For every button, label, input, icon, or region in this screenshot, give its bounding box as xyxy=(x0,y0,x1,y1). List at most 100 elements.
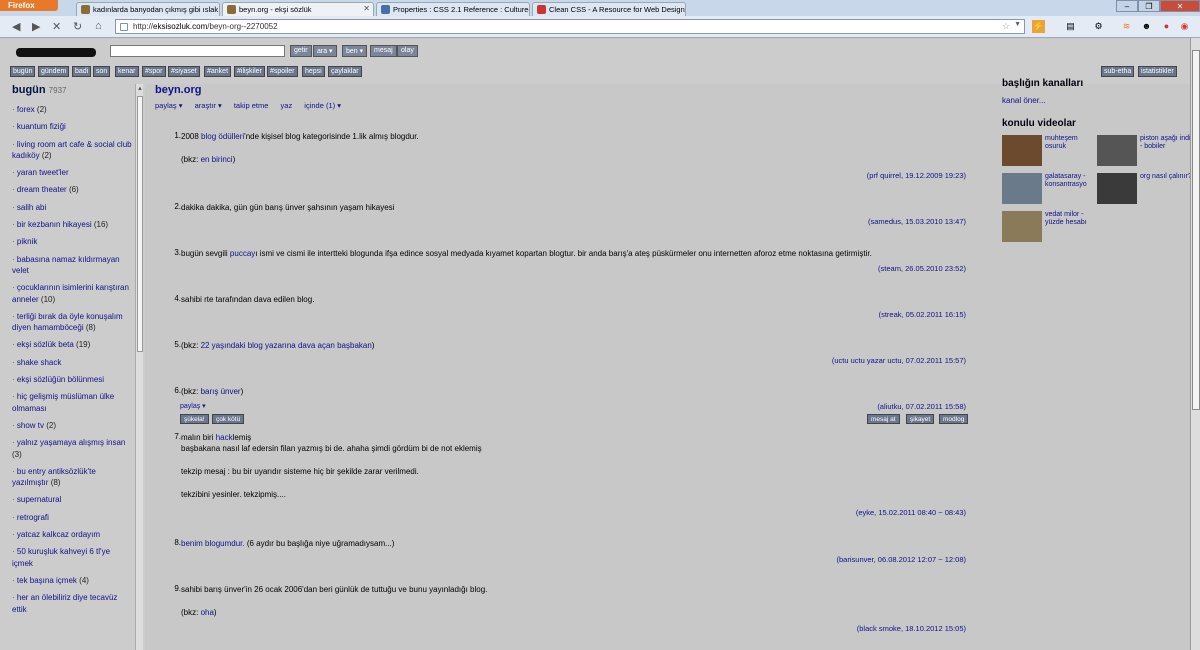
entry-author[interactable]: (eyke, 15.02.2011 08:40 ~ 08:43) xyxy=(856,508,966,517)
topic-label[interactable]: hiç gelişmiş müslüman ülke olmaması xyxy=(12,392,114,412)
video-thumbnail[interactable] xyxy=(1002,135,1042,166)
browser-tab[interactable]: Properties : CSS 2.1 Reference : Culture… xyxy=(376,2,530,16)
entry-author[interactable]: (black smoke, 18.10.2012 15:05) xyxy=(857,624,966,633)
sidebar-title[interactable]: bugün 7937 xyxy=(12,84,66,96)
topic-label[interactable]: çocuklarının isimlerini karıştıran annel… xyxy=(12,283,129,303)
suggest-channel-link[interactable]: kanal öner... xyxy=(1002,96,1046,105)
maximize-icon[interactable]: ❐ xyxy=(1138,0,1160,12)
report-button[interactable]: şikayet xyxy=(906,414,935,424)
page-menu-icon[interactable]: ▤ xyxy=(1064,20,1077,33)
category-gundem[interactable]: gündem xyxy=(38,66,70,77)
category-badi[interactable]: badi xyxy=(72,66,92,77)
category-iliskiler[interactable]: #ilişkiler xyxy=(234,66,265,77)
entry-author[interactable]: (prf quirrel, 19.12.2009 19:23) xyxy=(867,171,966,180)
video-item[interactable]: vedat milor - yüzde hesabı xyxy=(1002,211,1097,243)
sidebar-topic-item[interactable]: · salih abi xyxy=(12,202,132,213)
entry-link[interactable]: 22 yaşındaki blog yazarına dava açan baş… xyxy=(201,341,372,350)
topic-label[interactable]: yalnız yaşamaya alışmış insan xyxy=(17,438,126,447)
events-button[interactable]: olay xyxy=(397,45,418,57)
bookmark-star-icon[interactable]: ☆ xyxy=(1002,21,1010,32)
upvote-button[interactable]: şükela! xyxy=(180,414,209,424)
topic-label[interactable]: show tv xyxy=(17,421,44,430)
sidebar-topic-item[interactable]: · 50 kuruşluk kahveyi 6 tl'ye içmek xyxy=(12,546,132,569)
sidebar-topic-item[interactable]: · retrografi xyxy=(12,512,132,523)
topic-label[interactable]: ekşi sözlük beta xyxy=(17,340,74,349)
category-bugun[interactable]: bugün xyxy=(10,66,36,77)
category-caylaklar[interactable]: çaylaklar xyxy=(328,66,362,77)
video-item[interactable]: piston aşağı indi - bobiler xyxy=(1097,135,1192,167)
topic-label[interactable]: babasına namaz kıldırmayan velet xyxy=(12,255,120,275)
entry-link[interactable]: hack xyxy=(216,433,233,442)
unfollow-link[interactable]: takip etme xyxy=(234,101,269,110)
topic-label[interactable]: dream theater xyxy=(17,185,67,194)
topic-label[interactable]: ekşi sözlüğün bölünmesi xyxy=(17,375,104,384)
sidebar-topic-item[interactable]: · supernatural xyxy=(12,494,132,505)
topic-label[interactable]: yaran tweet'ler xyxy=(17,168,69,177)
topic-label[interactable]: kuantum fiziği xyxy=(17,122,66,131)
page-scrollbar[interactable] xyxy=(1190,38,1200,650)
greasemonkey-icon[interactable]: ☻ xyxy=(1140,20,1153,33)
entry-link[interactable]: barış ünver xyxy=(201,387,241,396)
statistics-button[interactable]: istatistikler xyxy=(1138,66,1177,77)
topic-label[interactable]: tek başına içmek xyxy=(17,576,77,585)
topic-label[interactable]: shake shack xyxy=(17,358,61,367)
user-ben-button[interactable]: ben ▾ xyxy=(342,45,368,57)
sidebar-topic-item[interactable]: · tek başına içmek (4) xyxy=(12,575,132,586)
url-dropdown-icon[interactable]: ▼ xyxy=(1014,21,1021,28)
topic-label[interactable]: yatcaz kalkcaz ordayım xyxy=(17,530,100,539)
downvote-button[interactable]: çok kötü xyxy=(212,414,245,424)
sidebar-topic-item[interactable]: · ekşi sözlüğün bölünmesi xyxy=(12,374,132,385)
share-menu[interactable]: paylaş ▾ xyxy=(155,101,183,110)
sidebar-topic-item[interactable]: · show tv (2) xyxy=(12,420,132,431)
sidebar-topic-item[interactable]: · bu entry antiksözlük'te yazılmıştır (8… xyxy=(12,466,132,489)
topic-label[interactable]: forex xyxy=(17,105,35,114)
topic-label[interactable]: terliği bırak da öyle konuşalım diyen ha… xyxy=(12,312,123,332)
category-spoiler[interactable]: #spoiler xyxy=(267,66,298,77)
entry-link[interactable]: oha xyxy=(201,608,214,617)
minimize-icon[interactable]: – xyxy=(1116,0,1138,12)
site-logo[interactable] xyxy=(12,42,96,58)
sidebar-topic-item[interactable]: · kuantum fiziği xyxy=(12,121,132,132)
topic-label[interactable]: 50 kuruşluk kahveyi 6 tl'ye içmek xyxy=(12,547,110,567)
rss-icon[interactable]: ≋ xyxy=(1120,20,1133,33)
stop-icon[interactable]: ✕ xyxy=(52,20,61,33)
category-hepsi[interactable]: hepsi xyxy=(302,66,325,77)
browser-tab[interactable]: kadınlarda banyodan çıkmış gibi ıslak sa… xyxy=(76,2,220,16)
sidebar-topic-item[interactable]: · living room art cafe & social club kad… xyxy=(12,139,132,162)
close-tab-icon[interactable]: ✕ xyxy=(363,4,370,13)
forward-icon[interactable]: ▶ xyxy=(32,20,40,33)
sidebar-scrollbar[interactable]: ▲ xyxy=(135,84,143,650)
entry-link[interactable]: blog ödülleri xyxy=(201,132,244,141)
gmail-icon[interactable]: ◉ xyxy=(1178,20,1191,33)
addon-icon[interactable]: ⚡ xyxy=(1032,20,1045,33)
sidebar-topic-item[interactable]: · bir kezbanın hikayesi (16) xyxy=(12,219,132,230)
sidebar-topic-item[interactable]: · terliği bırak da öyle konuşalım diyen … xyxy=(12,311,132,334)
sub-etha-button[interactable]: sub-etha xyxy=(1101,66,1135,77)
sidebar-topic-item[interactable]: · shake shack xyxy=(12,357,132,368)
sidebar-topic-item[interactable]: · ekşi sözlük beta (19) xyxy=(12,339,132,350)
topic-label[interactable]: salih abi xyxy=(17,203,46,212)
home-icon[interactable]: ⌂ xyxy=(95,20,102,32)
topic-label[interactable]: living room art cafe & social club kadık… xyxy=(12,140,132,160)
video-item[interactable]: galatasaray - konsantrasyo xyxy=(1002,173,1097,205)
firefox-menu-button[interactable]: Firefox xyxy=(0,0,58,11)
reload-icon[interactable]: ↻ xyxy=(73,20,82,33)
video-thumbnail[interactable] xyxy=(1097,135,1137,166)
entry-link[interactable]: benim blogumdur. xyxy=(181,539,245,548)
category-kenar[interactable]: kenar xyxy=(115,66,139,77)
video-item[interactable]: muhteşem osuruk xyxy=(1002,135,1097,167)
entry-link[interactable]: en birinci xyxy=(201,155,233,164)
modlog-button[interactable]: modlog xyxy=(939,414,969,424)
sidebar-topic-item[interactable]: · babasına namaz kıldırmayan velet xyxy=(12,254,132,277)
page-scroll-thumb[interactable] xyxy=(1192,50,1200,410)
sidebar-topic-item[interactable]: · dream theater (6) xyxy=(12,184,132,195)
sidebar-topic-item[interactable]: · piknik xyxy=(12,236,132,247)
topic-label[interactable]: her an ölebiliriz diye tecavüz ettik xyxy=(12,593,117,613)
messages-button[interactable]: mesaj xyxy=(370,45,397,57)
browser-tab-active[interactable]: beyn.org - ekşi sözlük ✕ xyxy=(222,2,374,16)
search-ara-button[interactable]: ara ▾ xyxy=(313,45,337,57)
entry-author[interactable]: (steam, 26.05.2010 23:52) xyxy=(878,264,966,273)
page-title[interactable]: beyn.org xyxy=(155,84,201,96)
reddit-icon[interactable]: ● xyxy=(1160,20,1173,33)
back-icon[interactable]: ◀ xyxy=(12,20,20,33)
